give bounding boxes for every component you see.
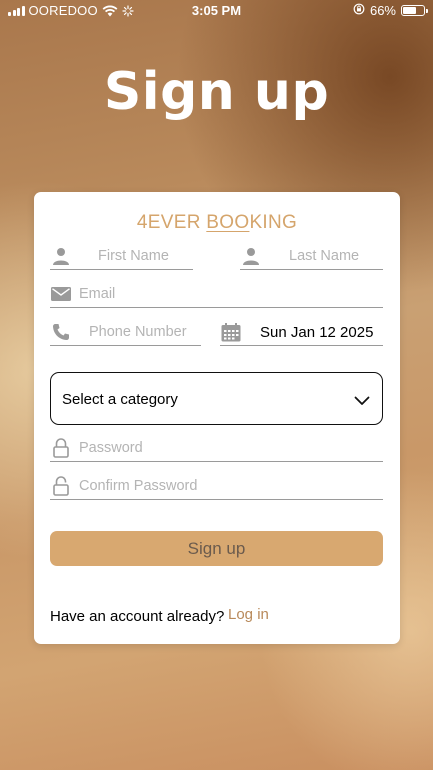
battery-icon xyxy=(401,5,428,16)
confirm-password-field xyxy=(50,474,383,500)
chevron-down-icon xyxy=(354,393,370,411)
battery-level xyxy=(403,7,417,14)
calendar-icon xyxy=(220,322,242,342)
person-icon xyxy=(50,246,72,266)
signup-button[interactable]: Sign up xyxy=(50,531,383,566)
page-title: Sign up xyxy=(103,62,330,122)
password-field xyxy=(50,436,383,462)
email-field xyxy=(50,282,383,308)
date-value: Sun Jan 12 2025 xyxy=(260,324,374,341)
signup-card: 4EVER BOOKING First Name Last Name Email… xyxy=(34,192,400,644)
login-link[interactable]: Log in xyxy=(228,606,269,623)
confirm-password-input[interactable] xyxy=(79,474,379,498)
date-field[interactable]: Sun Jan 12 2025 xyxy=(220,320,383,346)
phone-icon xyxy=(50,322,72,342)
have-account-text: Have an account already? xyxy=(50,608,225,625)
person-icon xyxy=(240,246,262,266)
last-name-field xyxy=(240,244,383,270)
phone-field xyxy=(50,320,201,346)
brand-text-part3: KING xyxy=(249,212,298,233)
category-select[interactable]: Select a category xyxy=(50,372,383,425)
envelope-icon xyxy=(50,284,72,304)
brand-text-underlined: BOO xyxy=(206,212,250,233)
brand-logo-text: 4EVER BOOKING xyxy=(34,212,400,234)
orientation-lock-icon xyxy=(353,3,365,18)
lock-icon xyxy=(50,438,72,458)
first-name-field xyxy=(50,244,193,270)
password-input[interactable] xyxy=(79,436,379,460)
status-right: 66% xyxy=(353,3,428,18)
category-selected-label: Select a category xyxy=(62,391,178,408)
unlock-icon xyxy=(50,476,72,496)
phone-input[interactable] xyxy=(89,320,201,344)
status-bar: OOREDOO 3:05 PM 66% xyxy=(0,0,433,22)
first-name-input[interactable] xyxy=(98,244,192,268)
battery-percent: 66% xyxy=(369,3,396,18)
email-input[interactable] xyxy=(79,282,379,306)
last-name-input[interactable] xyxy=(289,244,383,268)
brand-text-part1: 4EVER xyxy=(136,212,207,233)
